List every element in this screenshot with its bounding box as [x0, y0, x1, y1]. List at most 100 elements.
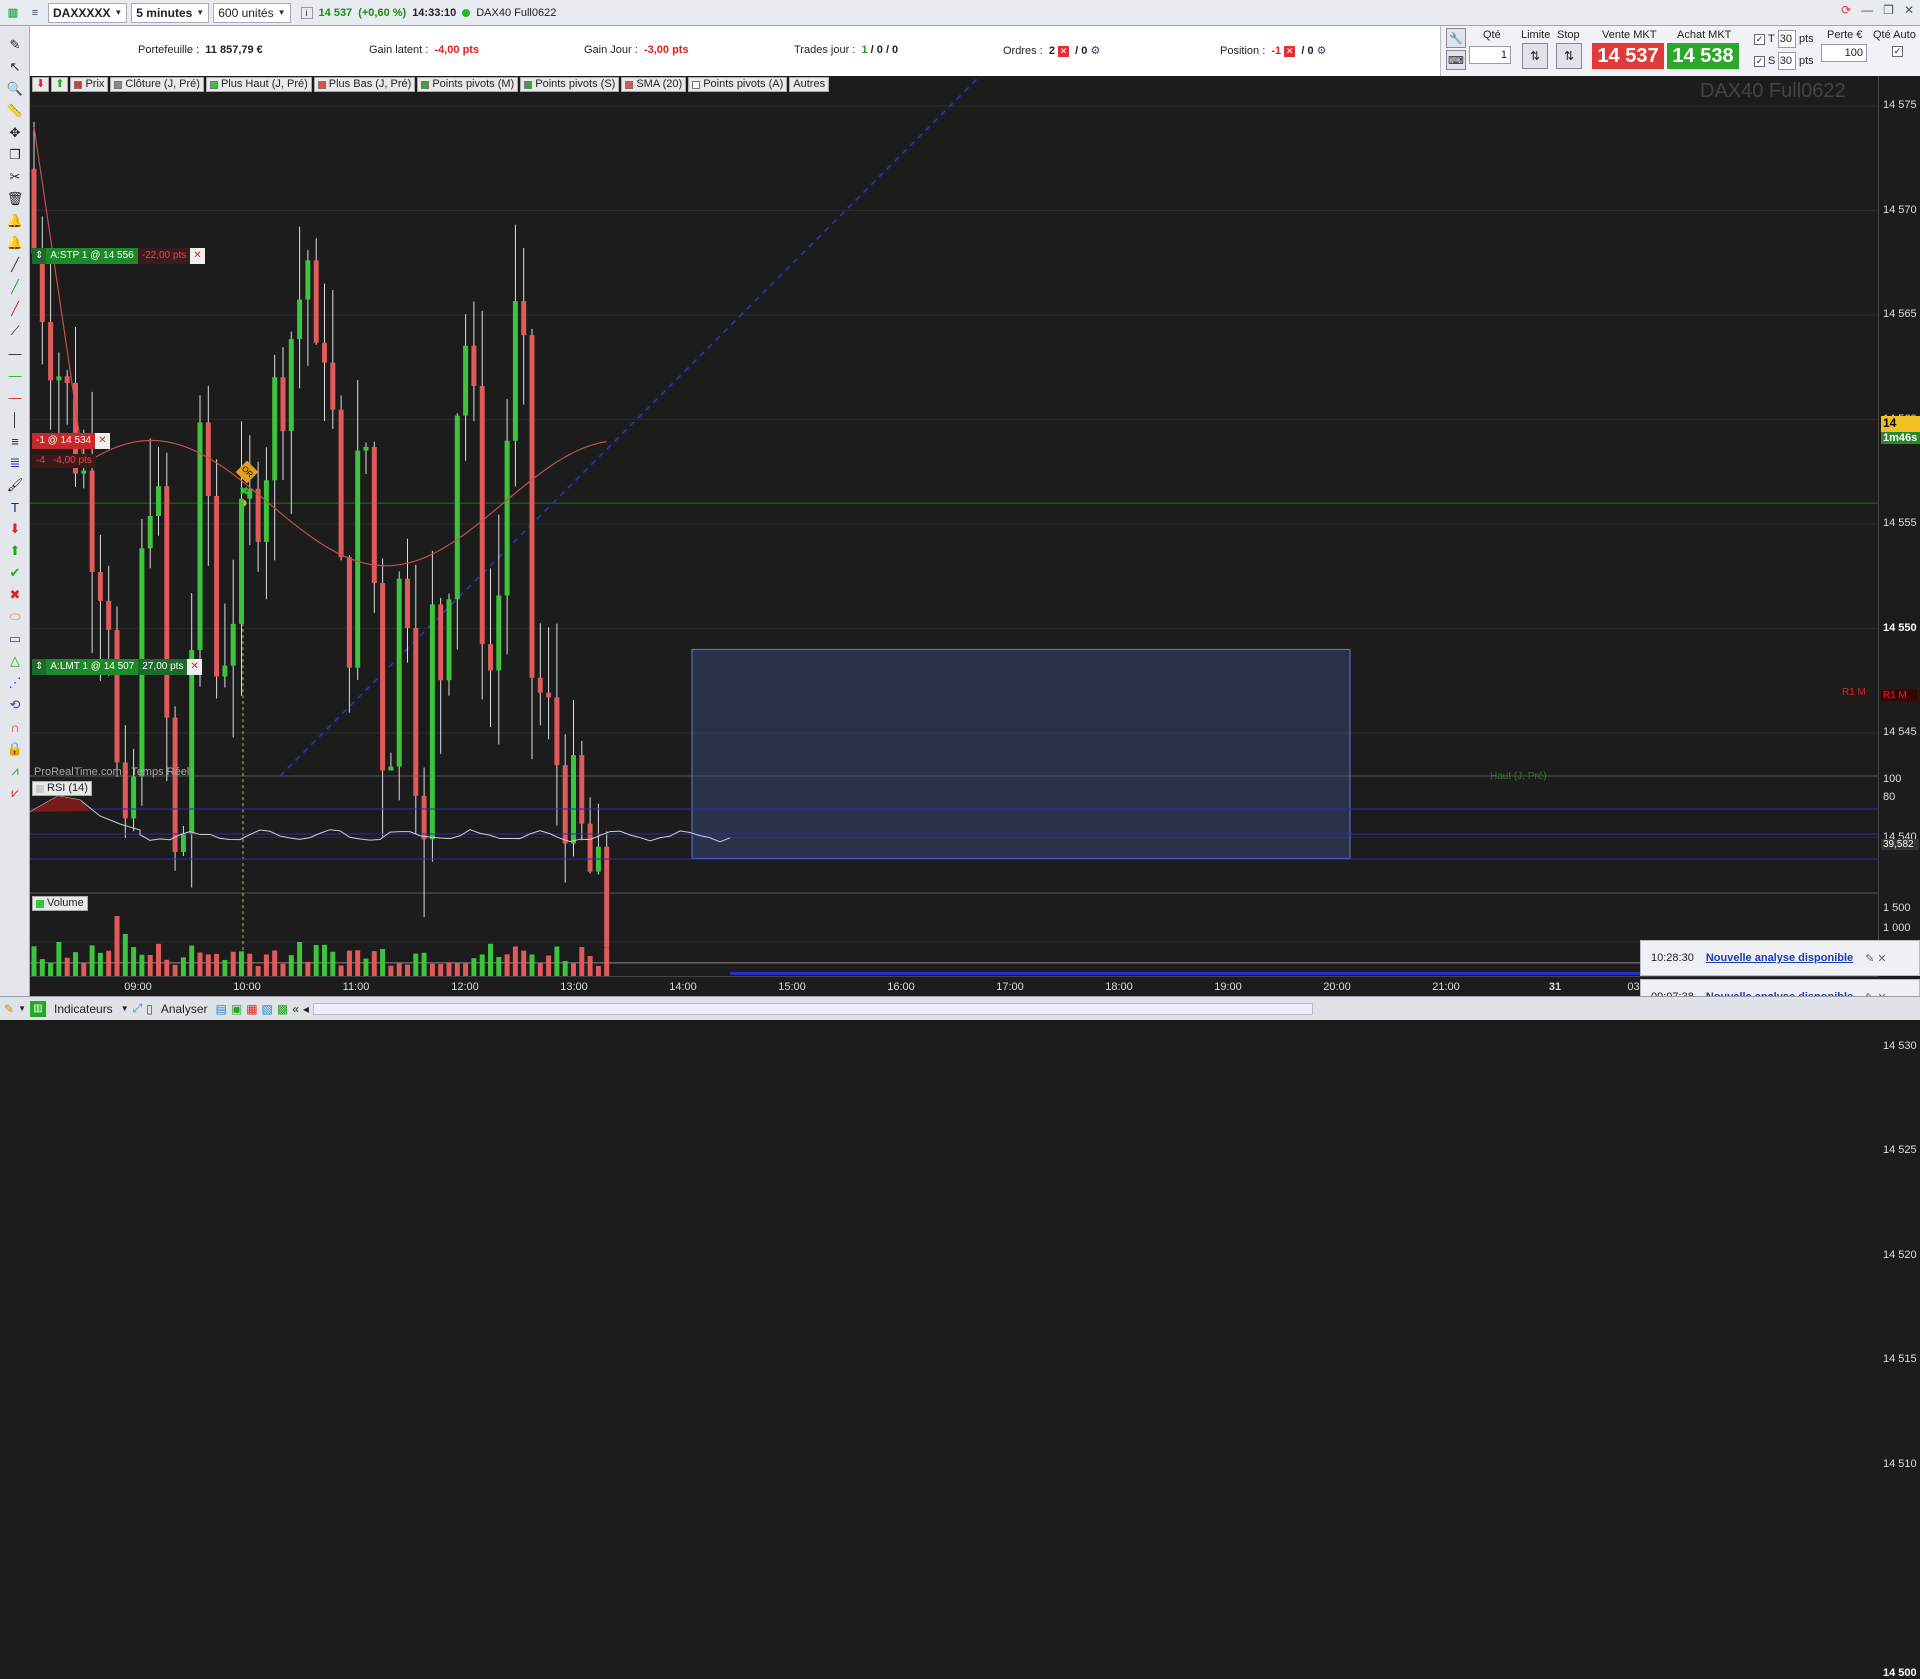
legend-item[interactable]: Autres [789, 77, 830, 92]
move-icon[interactable]: ✥ [6, 124, 24, 142]
rectangle-icon[interactable]: ▭ [6, 630, 24, 648]
cursor-icon[interactable]: ↖ [6, 58, 24, 76]
trend-line-icon[interactable]: ╱ [6, 278, 24, 296]
t-checkbox[interactable]: ✓ [1754, 34, 1765, 45]
bell-icon[interactable]: 🔔 [6, 234, 24, 252]
lock-icon[interactable]: 🔒 [6, 740, 24, 758]
red-hline-icon[interactable]: — [6, 388, 24, 406]
zoom-icon[interactable]: 🔍 [6, 80, 24, 98]
pencil-icon[interactable]: ✎ [4, 1002, 14, 1016]
close-icon[interactable]: ✕ [1904, 3, 1914, 17]
horizontal-scrollbar[interactable] [312, 1002, 1313, 1015]
brush-icon[interactable]: 🖌 [6, 476, 24, 494]
alert-icon[interactable]: 🔔 [6, 212, 24, 230]
green-square-icon[interactable]: ▩ [277, 1002, 288, 1016]
magnet-icon[interactable]: ∩ [6, 718, 24, 736]
arrow-down-icon[interactable]: ⬇ [6, 520, 24, 538]
grid-icon[interactable]: ▧ [262, 1002, 273, 1016]
sell-market-button[interactable]: 14 537 [1592, 43, 1664, 69]
minimize-icon[interactable]: — [1861, 3, 1873, 17]
check-icon[interactable]: ✔ [6, 564, 24, 582]
qty-input[interactable]: 1 [1469, 46, 1511, 64]
indicators-icon[interactable]: ▥ [29, 1000, 46, 1017]
legend-item[interactable]: Plus Bas (J, Pré) [313, 77, 416, 92]
close-position-icon[interactable]: ✕ [1284, 45, 1296, 57]
restore-icon[interactable]: ❐ [1883, 3, 1894, 17]
rsi-label[interactable]: RSI (14) [32, 781, 92, 796]
gear-icon[interactable]: ⚙ [1090, 45, 1100, 57]
indicators-button[interactable]: Indicateurs [50, 1002, 117, 1016]
buy-market-button[interactable]: 14 538 [1667, 43, 1739, 69]
hline-icon[interactable]: — [6, 344, 24, 362]
analyser-icon[interactable]: ▯ [146, 1002, 153, 1016]
position-tag[interactable]: -1 @ 14 534 ✕ [32, 433, 110, 449]
text-icon[interactable]: T [6, 498, 24, 516]
triangle-icon[interactable]: △ [6, 652, 24, 670]
volume-label[interactable]: Volume [32, 896, 88, 911]
pin-icon[interactable]: ✎ ✕ [1865, 952, 1887, 965]
legend-add-icon[interactable]: ⬆ [51, 77, 69, 92]
vline-icon[interactable]: │ [6, 410, 24, 428]
limit-order-tag[interactable]: ⇕ A:LMT 1 @ 14 507 27,00 pts ✕ [32, 659, 202, 675]
double-chevron-left-icon[interactable]: « [292, 1002, 299, 1016]
t-value-input[interactable]: 30 [1778, 30, 1796, 48]
legend-item[interactable]: Clôture (J, Pré) [110, 77, 204, 92]
fib-icon[interactable]: ≡ [6, 432, 24, 450]
cycle-icon[interactable]: ⟲ [6, 696, 24, 714]
qte-auto-input[interactable]: 100 [1821, 44, 1867, 62]
timeframe-select[interactable]: 5 minutes ▼ [131, 2, 210, 23]
legend-item[interactable]: Points pivots (M) [417, 77, 519, 92]
s-checkbox[interactable]: ✓ [1754, 56, 1765, 67]
move-order-icon[interactable]: ⇕ [32, 659, 47, 675]
indicator-red-icon[interactable]: ⩗ [6, 784, 24, 802]
scroll-left-icon[interactable]: ◂ [303, 1002, 309, 1016]
cancel-orders-icon[interactable]: ✕ [1058, 45, 1070, 57]
legend-arrow-icon[interactable]: ⬇ [32, 77, 50, 92]
info-icon[interactable]: i [300, 6, 313, 19]
analyser-button[interactable]: Analyser [157, 1002, 212, 1016]
chevron-down-icon[interactable]: ▼ [18, 1004, 26, 1013]
limit-order-button[interactable]: ⇅ [1522, 43, 1548, 69]
notification-link[interactable]: Nouvelle analyse disponible [1706, 952, 1853, 964]
refresh-icon[interactable]: ⟳ [1841, 3, 1851, 17]
cross-icon[interactable]: ✖ [6, 586, 24, 604]
wrench-icon[interactable]: 🔧 [1446, 28, 1466, 48]
layout-icon[interactable]: ▦ [246, 1002, 257, 1016]
notification-1[interactable]: 10:28:30 Nouvelle analyse disponible ✎ ✕ [1640, 940, 1920, 976]
pencil-icon[interactable]: ✎ [6, 36, 24, 54]
stop-order-tag[interactable]: ⇕ A:STP 1 @ 14 556 -22,00 pts ✕ [32, 248, 205, 264]
line-icon[interactable]: ╱ [6, 256, 24, 274]
screenshot-icon[interactable]: ▣ [231, 1002, 242, 1016]
magic-icon[interactable]: ✂ [6, 168, 24, 186]
s-value-input[interactable]: 30 [1778, 52, 1796, 70]
move-order-icon[interactable]: ⇕ [32, 248, 47, 264]
ruler-icon[interactable]: 📏 [6, 102, 24, 120]
legend-item[interactable]: Points pivots (S) [520, 77, 620, 92]
symbol-select[interactable]: DAXXXXX ▼ [48, 2, 128, 23]
units-select[interactable]: 600 unités ▼ [213, 2, 291, 23]
gear-icon[interactable]: ⚙ [1317, 45, 1327, 57]
window-icon[interactable]: ▤ [216, 1002, 227, 1016]
red-line-icon[interactable]: ╱ [6, 300, 24, 318]
stop-order-button[interactable]: ⇅ [1556, 43, 1582, 69]
legend-item[interactable]: SMA (20) [621, 77, 687, 92]
green-hline-icon[interactable]: — [6, 366, 24, 384]
qte-auto-checkbox[interactable]: ✓ [1892, 46, 1903, 57]
price-chart[interactable]: ✖⬇ [30, 76, 1878, 976]
copy-icon[interactable]: ❐ [6, 146, 24, 164]
trash-icon[interactable]: 🗑 [6, 190, 24, 208]
arrow-up-icon[interactable]: ⬆ [6, 542, 24, 560]
segment-icon[interactable]: ⟋ [6, 322, 24, 340]
legend-item[interactable]: Prix [70, 77, 109, 92]
chart-icon[interactable]: ▥ [4, 4, 22, 22]
legend-item[interactable]: Plus Haut (J, Pré) [205, 77, 312, 92]
menu-icon[interactable]: ≡ [26, 4, 44, 22]
chart-canvas[interactable]: ✖⬇ [30, 76, 1878, 976]
legend-item[interactable]: Points pivots (A) [688, 77, 788, 92]
cancel-stop-icon[interactable]: ✕ [190, 248, 205, 264]
keyboard-icon[interactable]: ⌨ [1446, 50, 1466, 70]
chevron-down-icon[interactable]: ▼ [121, 1004, 129, 1013]
ellipse-icon[interactable]: ⬭ [6, 608, 24, 626]
share-icon[interactable]: ⤢ [133, 1001, 143, 1016]
cancel-limit-icon[interactable]: ✕ [187, 659, 202, 675]
